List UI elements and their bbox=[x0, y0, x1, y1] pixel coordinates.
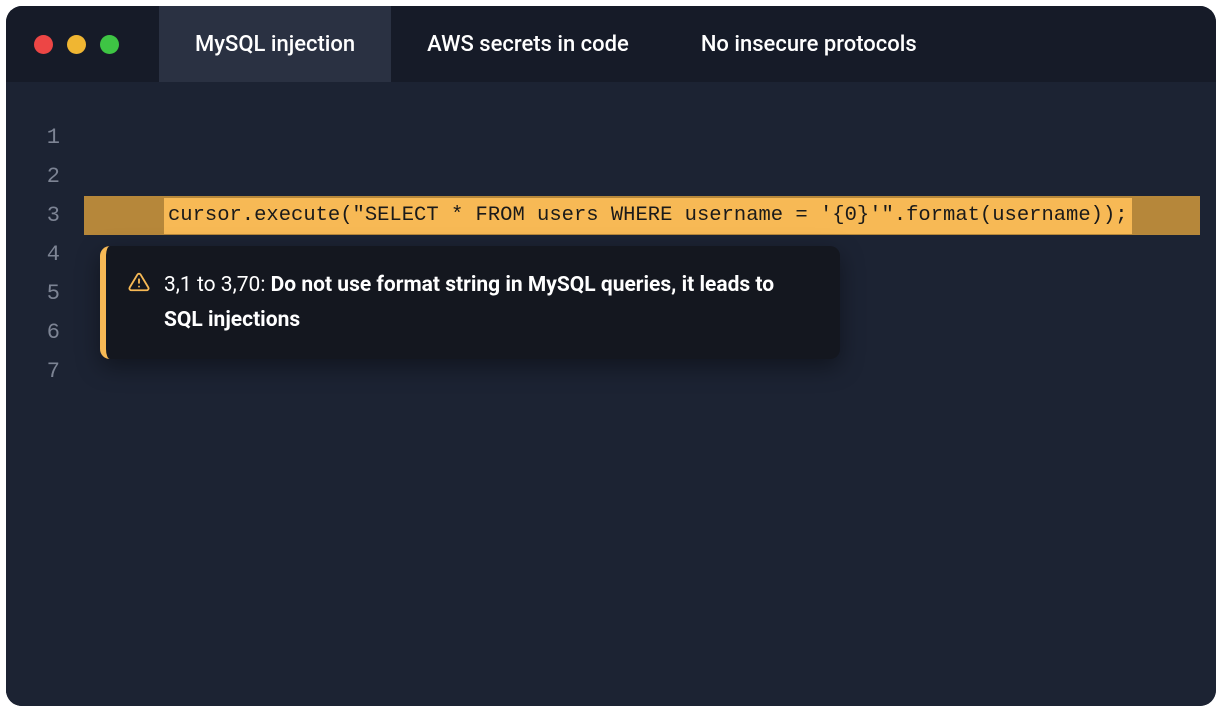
minimize-window-button[interactable] bbox=[67, 35, 86, 54]
warning-icon bbox=[128, 271, 150, 297]
code-text: cursor.execute("SELECT * FROM users WHER… bbox=[164, 198, 1132, 234]
line-number: 2 bbox=[6, 157, 84, 196]
tab-aws-secrets[interactable]: AWS secrets in code bbox=[391, 6, 665, 82]
line-number-gutter: 1 2 3 4 5 6 7 bbox=[6, 82, 84, 706]
editor-window: MySQL injection AWS secrets in code No i… bbox=[6, 6, 1216, 706]
tab-bar: MySQL injection AWS secrets in code No i… bbox=[159, 6, 953, 82]
maximize-window-button[interactable] bbox=[100, 35, 119, 54]
diagnostic-text: 3,1 to 3,70: Do not use format string in… bbox=[164, 268, 814, 337]
diagnostic-tooltip: 3,1 to 3,70: Do not use format string in… bbox=[100, 246, 840, 359]
editor-area: 1 2 3 4 5 6 7 cursor.execute("SELECT * F… bbox=[6, 82, 1216, 706]
window-controls bbox=[34, 35, 119, 54]
diagnostic-range: 3,1 to 3,70: bbox=[164, 273, 271, 297]
line-number: 4 bbox=[6, 235, 84, 274]
titlebar: MySQL injection AWS secrets in code No i… bbox=[6, 6, 1216, 82]
code-line bbox=[84, 157, 1216, 196]
tab-mysql-injection[interactable]: MySQL injection bbox=[159, 6, 391, 82]
line-number: 3 bbox=[6, 196, 84, 235]
code-line bbox=[84, 118, 1216, 157]
line-number: 1 bbox=[6, 118, 84, 157]
line-number: 7 bbox=[6, 352, 84, 391]
close-window-button[interactable] bbox=[34, 35, 53, 54]
line-number: 6 bbox=[6, 313, 84, 352]
code-content[interactable]: cursor.execute("SELECT * FROM users WHER… bbox=[84, 82, 1216, 706]
tab-no-insecure-protocols[interactable]: No insecure protocols bbox=[665, 6, 953, 82]
line-number: 5 bbox=[6, 274, 84, 313]
code-line-highlighted: cursor.execute("SELECT * FROM users WHER… bbox=[84, 196, 1200, 235]
